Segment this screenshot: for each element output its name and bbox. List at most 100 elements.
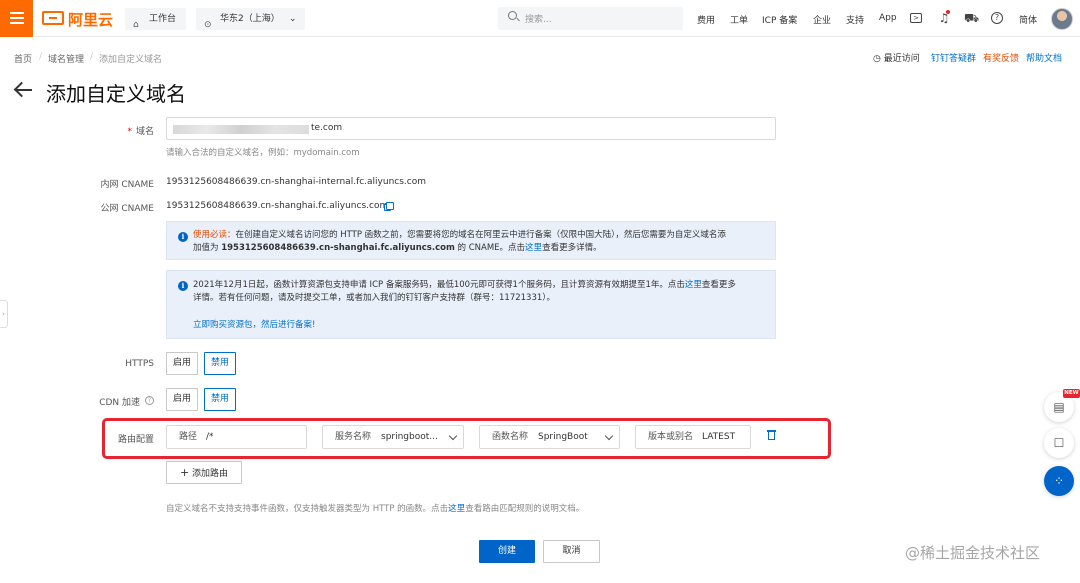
back-arrow-icon[interactable] <box>13 80 33 100</box>
question-icon[interactable]: ? <box>145 396 154 405</box>
region-label: 华东2（上海） <box>220 14 280 24</box>
nav-icp[interactable]: ICP 备案 <box>762 13 797 26</box>
feedback-link[interactable]: 有奖反馈 <box>983 51 1019 64</box>
https-label: HTTPS <box>125 359 154 369</box>
breadcrumb-separator: / <box>39 52 43 62</box>
service-value: springboot... <box>381 432 438 442</box>
https-disable-button[interactable]: 禁用 <box>204 352 236 375</box>
notice-line2-c: 查看更多详情。 <box>542 243 602 253</box>
page-title: 添加自定义域名 <box>46 82 186 106</box>
function-key: 函数名称 <box>492 432 529 442</box>
redacted-domain <box>173 125 309 134</box>
chevron-down-icon <box>448 431 458 441</box>
domain-input[interactable]: te.com <box>166 117 776 140</box>
nav-app[interactable]: App <box>879 13 897 23</box>
notice-line1: 在创建自定义域名访问您的 HTTP 函数之前，您需要将您的域名在阿里云中进行备案… <box>235 230 726 240</box>
watermark: @稀土掘金技术社区 <box>905 544 1041 562</box>
notice-here-link[interactable]: 这里 <box>525 243 542 253</box>
public-cname-label: 公网 CNAME <box>100 204 155 214</box>
icp-here-link[interactable]: 这里 <box>685 280 702 290</box>
breadcrumb-separator: / <box>90 52 94 62</box>
version-key: 版本或别名 <box>648 432 694 442</box>
nav-support[interactable]: 支持 <box>846 13 864 26</box>
internal-cname-label: 内网 CNAME <box>100 180 155 190</box>
help-icon[interactable]: ? <box>991 12 1003 24</box>
version-alias-input[interactable]: 版本或别名 LATEST <box>635 425 751 449</box>
help-docs-link[interactable]: 帮助文档 <box>1026 51 1062 64</box>
cancel-button[interactable]: 取消 <box>543 540 600 563</box>
usage-notice: i 使用必读：在创建自定义域名访问您的 HTTP 函数之前，您需要将您的域名在阿… <box>166 221 776 260</box>
terminal-icon[interactable]: > <box>910 13 922 23</box>
breadcrumb-home[interactable]: 首页 <box>14 52 32 65</box>
cdn-enable-button[interactable]: 启用 <box>166 388 198 411</box>
avatar[interactable] <box>1051 8 1073 30</box>
nav-ticket[interactable]: 工单 <box>730 13 748 26</box>
notice-prefix: 使用必读： <box>193 230 236 240</box>
info-icon: i <box>178 281 188 291</box>
footer-note-b: 查看路由匹配规则的说明文档。 <box>465 504 585 514</box>
new-badge: NEW <box>1063 389 1080 398</box>
notice-line2-a: 加值为 <box>193 243 222 253</box>
domain-label-text: 域名 <box>135 127 154 137</box>
version-value: LATEST <box>702 432 736 442</box>
chevron-right-icon[interactable]: › <box>0 300 8 328</box>
top-bar: 阿里云 ⌂ 工作台 ⊙ 华东2（上海） ⌄ 搜索... 费用 工单 ICP 备案… <box>0 0 1080 37</box>
workbench-button[interactable]: ⌂ 工作台 <box>125 8 186 30</box>
service-key: 服务名称 <box>335 432 372 442</box>
location-icon: ⊙ <box>204 20 212 30</box>
breadcrumb-current: 添加自定义域名 <box>99 55 163 65</box>
https-enable-button[interactable]: 启用 <box>166 352 198 375</box>
recent-visits-link[interactable]: ◷ 最近访问 <box>873 51 920 64</box>
nav-enterprise[interactable]: 企业 <box>813 13 831 26</box>
internal-cname-value: 1953125608486639.cn-shanghai-internal.fc… <box>166 177 427 187</box>
domain-help-text: 请输入合法的自定义域名，例如：mydomain.com <box>166 148 360 158</box>
search-icon <box>508 11 517 20</box>
notification-dot <box>946 10 950 14</box>
logo-text[interactable]: 阿里云 <box>68 9 113 30</box>
footer-note-a: 自定义域名不支持支持事件函数，仅支持触发器类型为 HTTP 的函数。点击 <box>166 504 449 514</box>
create-button[interactable]: 创建 <box>479 540 535 563</box>
workbench-label: 工作台 <box>149 14 177 24</box>
add-route-label: 添加路由 <box>192 469 229 479</box>
public-cname-value: 1953125608486639.cn-shanghai.fc.aliyuncs… <box>166 201 389 211</box>
plus-icon: + <box>179 466 190 479</box>
aliyun-logo-icon[interactable] <box>42 11 64 25</box>
path-key: 路径 <box>179 432 198 442</box>
cart-icon[interactable]: ⛟ <box>964 11 979 25</box>
service-name-select[interactable]: 服务名称 springboot... <box>322 425 464 449</box>
region-selector[interactable]: ⊙ 华东2（上海） ⌄ <box>196 8 305 30</box>
route-footer-note: 自定义域名不支持支持事件函数，仅支持触发器类型为 HTTP 的函数。点击这里查看… <box>166 502 584 514</box>
menu-icon[interactable] <box>0 0 33 37</box>
nav-billing[interactable]: 费用 <box>697 13 715 26</box>
icp-line2: 详情。若有任何问题，请及时提交工单，或者加入我们的钉钉客户支持群（群号：1172… <box>193 293 556 303</box>
info-icon: i <box>178 232 188 242</box>
notice-cname-bold: 1953125608486639.cn-shanghai.fc.aliyuncs… <box>221 243 455 253</box>
function-name-select[interactable]: 函数名称 SpringBoot <box>479 425 620 449</box>
buy-package-link[interactable]: 立即购买资源包，然后进行备案! <box>193 319 315 332</box>
search-input[interactable]: 搜索... <box>498 7 683 30</box>
breadcrumb-domain-management[interactable]: 域名管理 <box>48 52 84 65</box>
function-value: SpringBoot <box>538 432 588 442</box>
path-value: /* <box>206 432 214 442</box>
search-placeholder: 搜索... <box>525 15 552 25</box>
delete-route-icon[interactable] <box>767 429 776 440</box>
apps-grid-icon[interactable]: ⁘ <box>1044 466 1074 496</box>
icp-notice: i 2021年12月1日起，函数计算资源包支持申请 ICP 备案服务码，最低10… <box>166 270 776 339</box>
required-mark: * <box>127 127 132 137</box>
domain-label: * 域名 <box>90 124 154 137</box>
recent-visits-label: 最近访问 <box>883 54 920 64</box>
cdn-disable-button[interactable]: 禁用 <box>204 388 236 411</box>
icp-line1-a: 2021年12月1日起，函数计算资源包支持申请 ICP 备案服务码，最低100元… <box>193 280 685 290</box>
clock-icon: ◷ <box>873 54 881 64</box>
dingtalk-group-link[interactable]: 钉钉答疑群 <box>931 51 976 64</box>
route-rules-link[interactable]: 这里 <box>448 504 465 514</box>
chat-icon[interactable]: ☐ <box>1044 428 1074 458</box>
add-route-button[interactable]: + 添加路由 <box>166 461 242 484</box>
chevron-down-icon <box>604 431 614 441</box>
route-path-input[interactable]: 路径 /* <box>166 425 307 449</box>
domain-value-suffix: te.com <box>311 123 343 133</box>
copy-icon[interactable] <box>384 202 394 211</box>
usage-notice-text: 使用必读：在创建自定义域名访问您的 HTTP 函数之前，您需要将您的域名在阿里云… <box>193 229 771 255</box>
language-switch[interactable]: 简体 <box>1019 13 1037 26</box>
icp-notice-text: 2021年12月1日起，函数计算资源包支持申请 ICP 备案服务码，最低100元… <box>193 279 771 305</box>
